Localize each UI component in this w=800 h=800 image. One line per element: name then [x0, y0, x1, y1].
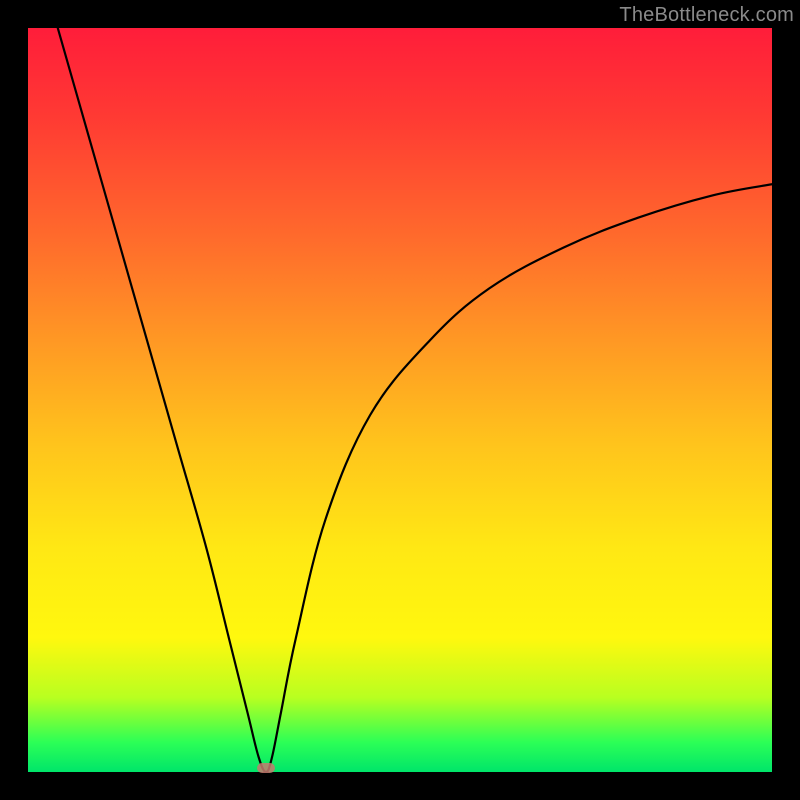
optimal-point-marker: [257, 763, 275, 773]
chart-frame: TheBottleneck.com: [0, 0, 800, 800]
bottleneck-curve: [28, 28, 772, 772]
chart-plot-area: [28, 28, 772, 772]
watermark-text: TheBottleneck.com: [619, 4, 794, 27]
